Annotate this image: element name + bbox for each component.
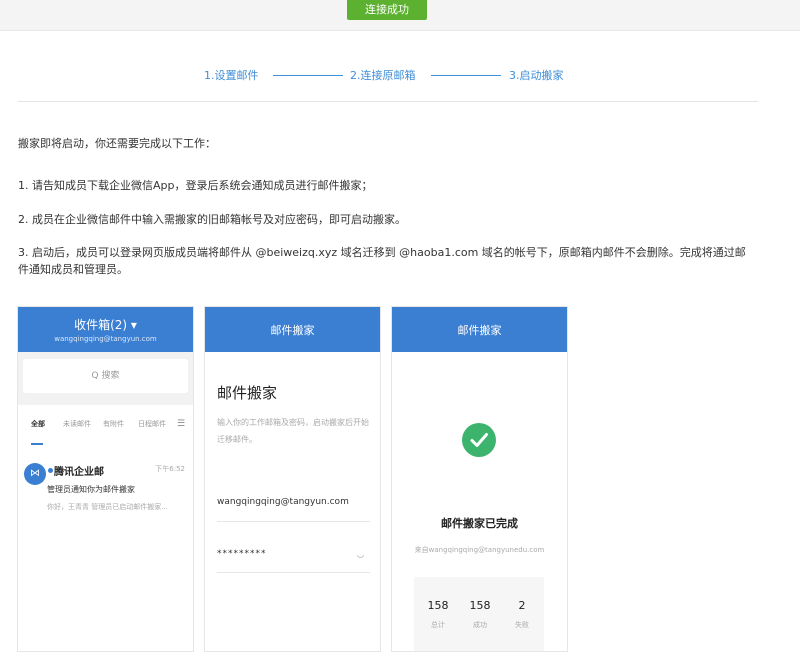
inbox-title[interactable]: 收件箱(2) ▾: [18, 307, 193, 333]
step-start-migration: 3.启动搬家: [509, 69, 564, 82]
mail-sender: 腾讯企业邮: [54, 467, 104, 478]
instruction-1: 1. 请告知成员下载企业微信App，登录后系统会通知成员进行邮件搬家；: [18, 179, 373, 192]
step-connect-mailbox: 2.连接原邮箱: [350, 69, 416, 82]
intro-text: 搬家即将启动，你还需要完成以下工作：: [18, 137, 216, 150]
search-input[interactable]: Q 搜索: [23, 359, 188, 393]
stat-failed: 2 失败: [504, 599, 540, 630]
complete-header: 邮件搬家: [392, 307, 567, 352]
migration-done-text: 邮件搬家已完成: [441, 517, 518, 530]
step-connector-2: [431, 75, 501, 76]
progress-steps: 1.设置邮件 2.连接原邮箱 3.启动搬家: [0, 67, 800, 83]
stat-failed-label: 失败: [515, 621, 529, 629]
active-tab-indicator: [31, 443, 43, 445]
password-field-underline: [217, 572, 370, 573]
instruction-3: 3. 启动后，成员可以登录网页版成员端将邮件从 @beiweizq.xyz 域名…: [18, 246, 746, 276]
stat-success-value: 158: [469, 599, 491, 612]
stat-failed-value: 2: [518, 599, 526, 612]
mail-time: 下午6:52: [155, 465, 185, 473]
tab-attachments[interactable]: 有附件: [103, 419, 124, 429]
top-bar: 连接成功: [0, 0, 800, 31]
email-field-underline: [217, 521, 370, 522]
inbox-header: 收件箱(2) ▾ wangqingqing@tangyun.com: [18, 307, 193, 352]
login-header-title: 邮件搬家: [270, 324, 315, 337]
tab-unread[interactable]: 未读邮件: [63, 419, 91, 429]
login-header: 邮件搬家: [205, 307, 380, 352]
stat-total: 158 总计: [420, 599, 456, 630]
unread-dot-icon: [48, 468, 53, 473]
email-field[interactable]: wangqingqing@tangyun.com: [217, 497, 372, 507]
password-field[interactable]: *********: [217, 549, 267, 559]
tab-all[interactable]: 全部: [31, 419, 45, 429]
migration-stats: 158 总计 158 成功 2 失败: [414, 577, 544, 651]
connection-success-button[interactable]: 连接成功: [347, 0, 427, 20]
stat-success-label: 成功: [473, 621, 487, 629]
tencent-mail-logo-icon: ⋈: [24, 463, 46, 485]
step-connector-1: [273, 75, 343, 76]
instruction-2: 2. 成员在企业微信邮件中输入需搬家的旧邮箱帐号及对应密码，即可启动搬家。: [18, 213, 406, 226]
stat-success: 158 成功: [462, 599, 498, 630]
mail-filter-tabs: 全部 未读邮件 有附件 日程邮件 ☰: [18, 419, 193, 447]
stat-total-value: 158: [427, 599, 449, 612]
mail-preview: 你好，王青青 管理员已启动邮件搬家...: [47, 503, 168, 511]
check-icon: [462, 423, 496, 457]
login-description: 输入你的工作邮箱及密码，启动搬家后开始迁移邮件。: [217, 418, 369, 444]
phone-preview-login: 邮件搬家 邮件搬家 输入你的工作邮箱及密码，启动搬家后开始迁移邮件。 wangq…: [204, 306, 381, 652]
phone-preview-inbox: 收件箱(2) ▾ wangqingqing@tangyun.com Q 搜索 全…: [17, 306, 194, 652]
filter-icon[interactable]: ☰: [177, 419, 185, 429]
complete-header-title: 邮件搬家: [457, 324, 502, 337]
divider: [18, 101, 758, 102]
eye-closed-icon[interactable]: ◡: [357, 550, 364, 559]
phone-preview-complete: 邮件搬家 邮件搬家已完成 来自wangqingqing@tangyunedu.c…: [391, 306, 568, 652]
migration-source: 来自wangqingqing@tangyunedu.com: [414, 546, 545, 554]
search-area: Q 搜索: [18, 352, 193, 405]
step-setup-mail: 1.设置邮件: [204, 69, 259, 82]
login-heading: 邮件搬家: [217, 384, 278, 402]
mail-subject: 管理员通知你为邮件搬家: [47, 485, 135, 494]
tab-calendar[interactable]: 日程邮件: [138, 419, 166, 429]
stat-total-label: 总计: [431, 621, 445, 629]
inbox-account: wangqingqing@tangyun.com: [54, 335, 157, 343]
list-item[interactable]: ⋈ 腾讯企业邮 下午6:52 管理员通知你为邮件搬家 你好，王青青 管理员已启动…: [18, 455, 193, 535]
